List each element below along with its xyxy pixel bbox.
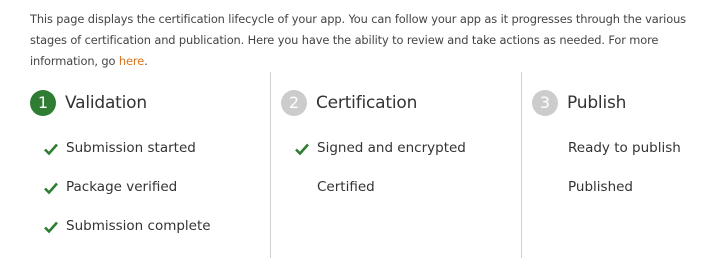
empty-status-placeholder [295, 179, 309, 193]
stage-title: Certification [316, 92, 418, 113]
step-label: Signed and encrypted [317, 140, 466, 156]
intro-end: . [144, 54, 148, 68]
step-item: Submission started [44, 140, 211, 179]
stages-panel: 1 Validation Submission started Package … [0, 72, 718, 258]
step-list: Signed and encrypted Certified [295, 140, 466, 218]
step-label: Submission complete [66, 218, 211, 234]
empty-status-placeholder [546, 179, 560, 193]
stage-title: Validation [65, 92, 147, 113]
step-list: Ready to publish Published [546, 140, 681, 218]
stage-validation: 1 Validation Submission started Package … [30, 72, 270, 258]
step-item: Submission complete [44, 218, 211, 257]
stage-number-badge: 1 [30, 89, 56, 116]
stage-publish: 3 Publish Ready to publish Published [532, 72, 718, 258]
empty-status-placeholder [546, 140, 560, 154]
step-item: Package verified [44, 179, 211, 218]
check-icon [44, 182, 58, 195]
stage-certification: 2 Certification Signed and encrypted Cer… [281, 72, 521, 258]
check-icon [295, 143, 309, 156]
stage-header: 3 Publish [532, 89, 626, 116]
stage-header: 1 Validation [30, 89, 147, 116]
stage-title: Publish [567, 92, 627, 113]
stage-number-badge: 3 [532, 89, 558, 116]
step-label: Ready to publish [568, 140, 681, 156]
step-label: Package verified [66, 179, 178, 195]
step-item: Ready to publish [546, 140, 681, 179]
stage-number-badge: 2 [281, 89, 307, 116]
step-item: Certified [295, 179, 466, 218]
stage-divider [270, 72, 271, 258]
intro-paragraph: This page displays the certification lif… [30, 9, 715, 72]
step-list: Submission started Package verified Subm… [44, 140, 211, 257]
check-icon [44, 221, 58, 234]
step-label: Published [568, 179, 633, 195]
step-item: Published [546, 179, 681, 218]
more-info-link[interactable]: here [119, 54, 144, 68]
certification-lifecycle-page: This page displays the certification lif… [0, 0, 718, 275]
check-icon [44, 143, 58, 156]
step-label: Submission started [66, 140, 196, 156]
stage-header: 2 Certification [281, 89, 417, 116]
step-label: Certified [317, 179, 375, 195]
stage-divider [521, 72, 522, 258]
step-item: Signed and encrypted [295, 140, 466, 179]
